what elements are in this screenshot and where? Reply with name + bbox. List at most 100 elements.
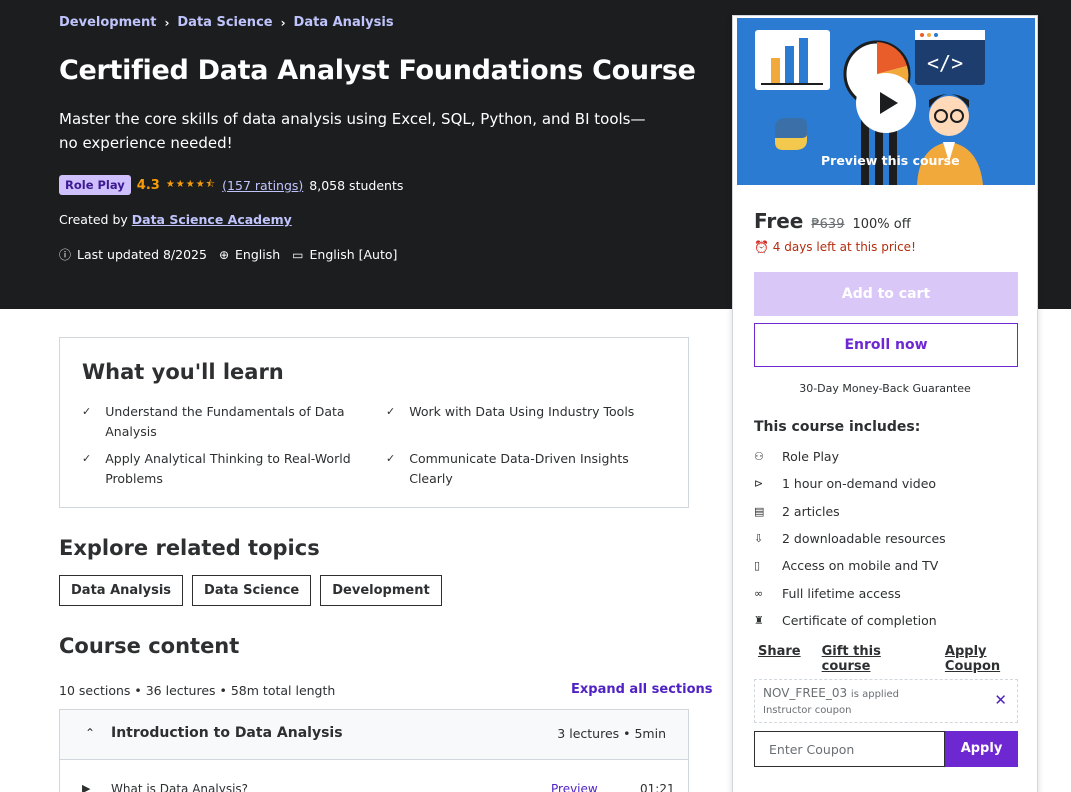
original-price: ₱639 [811,217,845,232]
price-row: Free ₱639 100% off [754,209,911,233]
last-updated: Last updated 8/2025 [77,247,207,262]
section-header[interactable]: ⌃ Introduction to Data Analysis 3 lectur… [59,709,689,760]
learn-item-text: Communicate Data-Driven Insights Clearly [409,451,629,486]
what-you-learn-box: What you'll learn ✓ Understand the Funda… [59,337,689,508]
download-icon: ⇩ [754,532,764,545]
include-item: ⇩ 2 downloadable resources [754,531,946,546]
learn-item-text: Understand the Fundamentals of Data Anal… [105,404,345,439]
check-icon: ✓ [386,452,396,465]
play-button-icon[interactable] [856,73,916,133]
price-timer: ⏰ 4 days left at this price! [754,240,916,254]
learn-title: What you'll learn [82,360,284,384]
course-content-title: Course content [59,634,240,658]
alarm-clock-icon: ⏰ [754,240,769,254]
check-icon: ✓ [82,452,92,465]
current-price: Free [754,209,804,233]
include-item-label: Full lifetime access [782,586,901,601]
globe-icon: ⊕ [218,247,230,262]
lecture-title: What is Data Analysis? [111,782,249,792]
topic-data-science[interactable]: Data Science [192,575,312,606]
include-item: ⚇ Role Play [754,449,839,464]
include-item: ⊳ 1 hour on-demand video [754,476,936,491]
rating-row: Role Play 4.3 ★★★★⯪ (157 ratings) 8,058 … [59,175,403,195]
apply-coupon-button[interactable]: Apply [945,731,1018,767]
course-title: Certified Data Analyst Foundations Cours… [59,55,696,86]
course-content-meta: 10 sections • 36 lectures • 58m total le… [59,683,336,698]
include-item: ♜ Certificate of completion [754,613,937,628]
includes-title: This course includes: [754,419,921,435]
purchase-sidebar: </> Preview this course Free ₱639 100% o… [732,15,1038,792]
chevron-right-icon: › [280,15,286,30]
lecture-row: ▶ What is Data Analysis? Preview 01:21 [59,760,689,792]
breadcrumb-data-analysis[interactable]: Data Analysis [294,15,394,30]
chevron-up-icon: ⌃ [85,726,96,740]
learn-item: ✓ Apply Analytical Thinking to Real-Worl… [82,449,352,489]
infinity-icon: ∞ [754,587,764,600]
course-meta: ⓘ Last updated 8/2025 ⊕ English ▭ Englis… [59,246,397,263]
learn-item-text: Apply Analytical Thinking to Real-World … [105,451,351,486]
captions: English [Auto] [309,247,398,262]
learn-item: ✓ Work with Data Using Industry Tools [386,402,676,422]
timer-text: 4 days left at this price! [772,240,916,254]
lecture-preview-link[interactable]: Preview [551,782,598,792]
share-button[interactable]: Share [758,644,801,674]
coupon-code-text: NOV_FREE_03 [763,686,848,700]
captions-icon: ▭ [292,247,304,262]
star-rating-icon: ★★★★⯪ [165,178,217,190]
coupon-input[interactable] [754,731,945,767]
created-by-label: Created by [59,212,128,227]
coupon-applied-text: is applied [850,689,899,700]
learn-item: ✓ Understand the Fundamentals of Data An… [82,402,352,442]
include-item-label: Role Play [782,449,839,464]
money-back-guarantee: 30-Day Money-Back Guarantee [799,382,971,395]
students-count: 8,058 students [309,177,404,193]
apply-coupon-link[interactable]: Apply Coupon [945,644,1037,674]
coupon-type: Instructor coupon [763,705,852,716]
check-icon: ✓ [386,405,396,418]
created-by: Created by Data Science Academy [59,212,292,227]
applied-coupon: NOV_FREE_03 is applied Instructor coupon… [754,679,1018,723]
lecture-duration: 01:21 [640,782,675,792]
include-item-label: 1 hour on-demand video [782,476,937,491]
add-to-cart-button[interactable]: Add to cart [754,272,1018,316]
rating-value: 4.3 [136,177,160,193]
role-play-badge: Role Play [59,175,131,195]
check-icon: ✓ [82,405,92,418]
sidebar-links: Share Gift this course Apply Coupon [758,644,1037,674]
breadcrumb-development[interactable]: Development [59,15,156,30]
enroll-now-button[interactable]: Enroll now [754,323,1018,367]
instructor-link[interactable]: Data Science Academy [132,212,292,227]
role-play-icon: ⚇ [754,450,764,463]
trophy-icon: ♜ [754,614,764,627]
course-subtitle: Master the core skills of data analysis … [59,110,646,152]
include-item: ∞ Full lifetime access [754,586,901,601]
topic-development[interactable]: Development [320,575,442,606]
remove-coupon-close-icon[interactable]: ✕ [994,691,1007,709]
coupon-code: NOV_FREE_03 is applied [763,686,899,700]
preview-course-label[interactable]: Preview this course [821,153,960,168]
discount-percent: 100% off [852,217,911,232]
breadcrumb-data-science[interactable]: Data Science [177,15,272,30]
section-title: Introduction to Data Analysis [111,725,343,741]
video-icon: ⊳ [754,477,764,490]
mobile-icon: ▯ [754,559,761,572]
learn-item: ✓ Communicate Data-Driven Insights Clear… [386,449,676,489]
topic-data-analysis[interactable]: Data Analysis [59,575,184,606]
breadcrumb: Development › Data Science › Data Analys… [59,15,394,30]
include-item-label: Certificate of completion [782,613,937,628]
include-item: ▤ 2 articles [754,504,840,519]
related-topics: Data Analysis Data Science Development [59,575,442,606]
video-icon: ▶ [82,782,91,792]
language: English [235,247,281,262]
course-preview-video[interactable]: </> Preview this course [737,18,1035,185]
include-item: ▯ Access on mobile and TV [754,558,938,573]
expand-all-sections-button[interactable]: Expand all sections [571,682,713,697]
chevron-right-icon: › [164,15,170,30]
article-icon: ▤ [754,505,765,518]
include-item-label: 2 articles [782,504,840,519]
gift-course-button[interactable]: Gift this course [822,644,924,674]
section-meta: 3 lectures • 5min [557,726,666,741]
related-topics-title: Explore related topics [59,536,320,560]
ratings-count-link[interactable]: (157 ratings) [222,178,303,193]
alert-icon: ⓘ [59,248,72,262]
